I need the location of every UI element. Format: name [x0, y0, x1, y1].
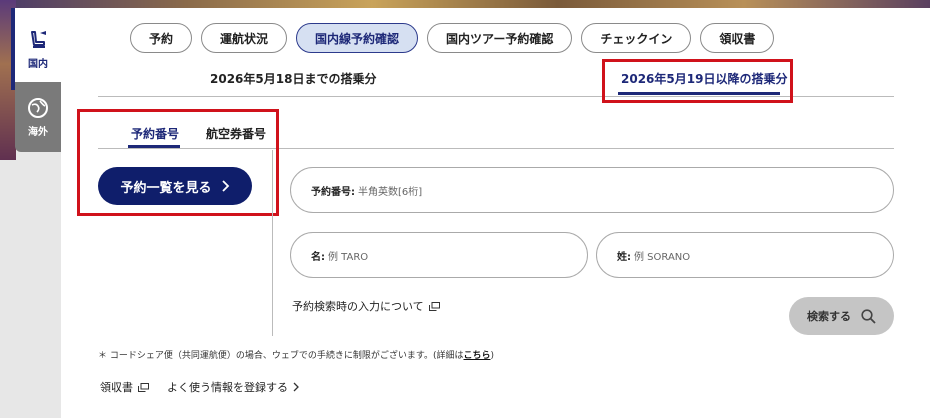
globe-icon: [28, 97, 48, 118]
receipt-link-label: 領収書: [100, 381, 133, 394]
receipt-link[interactable]: 領収書: [100, 379, 149, 395]
search-button[interactable]: 検索する: [789, 297, 894, 335]
pill-reserve[interactable]: 予約: [130, 23, 193, 53]
last-name-input[interactable]: 姓: 例 SORANO: [596, 232, 894, 278]
pill-domestic-reservation-check[interactable]: 国内線予約確認: [296, 23, 419, 53]
input-help-link[interactable]: 予約検索時の入力について: [292, 298, 440, 314]
external-window-icon: [428, 301, 440, 311]
codeshare-note: ＊ コードシェア便（共同運航便）の場合、ウェブでの手続きに制限がございます。(詳…: [98, 348, 494, 361]
header-photo-strip: [0, 0, 930, 8]
service-nav: 予約 運航状況 国内線予約確認 国内ツアー予約確認 チェックイン 領収書: [130, 23, 775, 53]
reservation-number-label: 予約番号:: [311, 186, 355, 198]
pill-flight-status[interactable]: 運航状況: [201, 23, 288, 53]
section-divider: [272, 150, 273, 336]
seat-icon: [31, 30, 46, 48]
pill-check-in[interactable]: チェックイン: [581, 23, 692, 53]
input-help-label: 予約検索時の入力について: [292, 300, 424, 313]
side-tab-international-label: 海外: [28, 126, 48, 138]
side-tab-domestic[interactable]: 国内: [11, 8, 61, 90]
reservation-number-placeholder: 半角英数[6桁]: [358, 186, 423, 198]
first-name-placeholder: 例 TARO: [328, 251, 369, 263]
pill-receipt[interactable]: 領収書: [700, 23, 775, 53]
search-icon: [861, 308, 876, 324]
pill-domestic-tour-check[interactable]: 国内ツアー予約確認: [427, 23, 573, 53]
side-tab-international[interactable]: 海外: [15, 82, 61, 152]
highlight-box-list-button: [77, 109, 279, 216]
codeshare-note-close: ): [490, 351, 495, 361]
chevron-right-icon: [293, 382, 299, 392]
register-info-link[interactable]: よく使う情報を登録する: [167, 379, 300, 395]
last-name-label: 姓:: [617, 251, 631, 263]
first-name-input[interactable]: 名: 例 TARO: [290, 232, 588, 278]
tab-before-date[interactable]: 2026年5月18日までの搭乗分: [210, 70, 376, 87]
bottom-links: 領収書 よく使う情報を登録する: [100, 379, 300, 395]
codeshare-note-text: ＊ コードシェア便（共同運航便）の場合、ウェブでの手続きに制限がございます。(詳…: [98, 351, 464, 361]
codeshare-detail-link[interactable]: こちら: [463, 351, 490, 361]
register-info-label: よく使う情報を登録する: [167, 381, 288, 394]
search-button-label: 検索する: [807, 310, 851, 323]
last-name-placeholder: 例 SORANO: [634, 251, 691, 263]
reservation-number-input[interactable]: 予約番号: 半角英数[6桁]: [290, 167, 894, 213]
side-tab-domestic-label: 国内: [28, 58, 48, 70]
highlight-box-period: [602, 59, 793, 103]
first-name-label: 名:: [311, 251, 325, 263]
external-window-icon: [138, 382, 149, 392]
